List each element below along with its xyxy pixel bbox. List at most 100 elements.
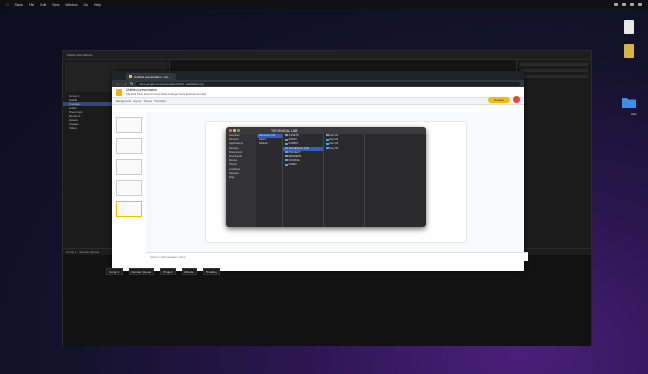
panel-tab[interactable]: Timeline — [202, 268, 220, 275]
menu-help[interactable]: Help — [94, 3, 101, 7]
browser-tab[interactable]: Untitled presentation - Go... — [126, 73, 176, 80]
column-item: Item 04 — [324, 147, 364, 151]
folder-icon — [285, 151, 288, 154]
forward-icon[interactable]: → — [123, 81, 127, 86]
effects-panel — [516, 60, 591, 272]
ae-title: Adobe After Effects — [67, 53, 93, 57]
desktop-icon-folder[interactable] — [622, 96, 636, 109]
menu-item[interactable]: File — [126, 92, 131, 96]
control-center-icon[interactable] — [638, 3, 642, 6]
browser-tab-label: Untitled presentation - Go... — [134, 74, 171, 79]
folder-icon — [285, 155, 288, 158]
finder-column-2: ASSETS AUDIO COMPS TECHNICAL LAB PROJECT… — [283, 134, 324, 227]
ae-toolbar: Adobe After Effects — [63, 51, 591, 60]
zoom-icon — [237, 129, 240, 132]
address-bar[interactable]: docs.google.com/presentation/d/1l5...edi… — [136, 81, 520, 86]
battery-icon[interactable] — [622, 3, 626, 6]
panel-tab-bar: Comp 1 Render Queue Project Effects Time… — [106, 268, 520, 275]
slides-icon — [129, 75, 132, 78]
toolbar-theme[interactable]: Theme — [143, 99, 152, 103]
column-item-label: Item 01 — [329, 134, 339, 137]
present-button[interactable]: Present — [488, 97, 510, 103]
menu-item[interactable]: View — [137, 92, 143, 96]
column-item-label: ASSETS — [288, 134, 299, 137]
toolbar-layout[interactable]: Layout — [133, 99, 141, 103]
column-item-label: COMPS — [288, 142, 299, 146]
back-icon[interactable]: ← — [116, 81, 120, 86]
folder-icon — [285, 134, 288, 137]
column-item: Shared — [259, 142, 268, 146]
column-item-label: Item 03 — [329, 142, 339, 146]
panel-row — [520, 75, 588, 78]
menu-item[interactable]: Format — [151, 92, 160, 96]
folder-icon — [285, 142, 288, 145]
menu-window[interactable]: Window — [65, 3, 77, 7]
column-item-label: RENDERS — [288, 154, 302, 158]
file-icon[interactable] — [624, 44, 634, 58]
status-icons — [614, 1, 642, 8]
apple-icon[interactable]:  — [6, 3, 9, 7]
folder-icon — [326, 134, 329, 137]
slide-thumbnail[interactable] — [116, 180, 142, 196]
slides-toolbar: Background Layout Theme Transition — [112, 98, 524, 105]
folder-icon — [622, 98, 636, 108]
menu-item[interactable]: Slide — [161, 92, 167, 96]
close-icon — [229, 129, 232, 132]
menu-item[interactable]: Tools — [179, 92, 186, 96]
toolbar-transition[interactable]: Transition — [154, 99, 166, 103]
panel-tab[interactable]: Comp 1 — [106, 268, 123, 275]
reload-icon[interactable]: ↻ — [130, 81, 133, 86]
chrome-window: Untitled presentation - Go... ← → ↻ docs… — [112, 71, 528, 271]
slide[interactable]: TECHNICAL LAB Favorites Recents Applicat… — [206, 122, 466, 242]
menu-item[interactable]: Edit — [131, 92, 136, 96]
document-icon[interactable] — [624, 20, 634, 34]
menu-item[interactable]: Help — [200, 92, 206, 96]
slide-thumbnail[interactable] — [116, 159, 142, 175]
menu-item[interactable]: Extensions — [186, 92, 200, 96]
folder-icon — [285, 159, 288, 162]
menu-item[interactable]: Insert — [144, 92, 151, 96]
menu-item[interactable]: Arrange — [168, 92, 178, 96]
search-icon[interactable] — [630, 3, 634, 6]
folder-icon — [326, 146, 329, 149]
tab-render-queue[interactable]: Render Queue — [80, 250, 100, 254]
column-item-label: VIDEO — [288, 163, 297, 167]
browser-tab-strip: Untitled presentation - Go... — [112, 71, 524, 80]
slide-thumbnail[interactable] — [116, 117, 142, 133]
slide-thumbnail-selected[interactable] — [116, 201, 142, 217]
column-item-label: PROJECT — [288, 150, 301, 154]
finder-title: TECHNICAL LAB — [271, 128, 298, 133]
column-item-label: Item 02 — [329, 138, 339, 142]
desktop-icon-document[interactable]: Doc — [622, 112, 646, 116]
finder-column-1: Macintosh HD Users Shared — [257, 134, 283, 227]
panel-tab[interactable]: Project — [160, 268, 176, 275]
finder-sidebar: Favorites Recents Applications Desktop D… — [226, 134, 256, 227]
finder-titlebar: TECHNICAL LAB — [226, 127, 426, 134]
finder-screenshot[interactable]: TECHNICAL LAB Favorites Recents Applicat… — [226, 127, 426, 227]
folder-icon — [326, 142, 329, 145]
panel-tab[interactable]: Render Queue — [128, 268, 155, 275]
menu-app[interactable]: Slack — [15, 3, 23, 7]
menu-view[interactable]: View — [52, 3, 59, 7]
panel-tab[interactable]: Effects — [181, 268, 197, 275]
slides-logo-icon — [116, 88, 122, 96]
menu-file[interactable]: File — [29, 3, 34, 7]
sidebar-item: Tags — [229, 175, 235, 179]
wifi-icon[interactable] — [614, 3, 618, 6]
menu-bar:  Slack File Edit View Window Go Help — [0, 0, 648, 9]
speaker-notes[interactable]: Click to add speaker notes — [146, 252, 528, 261]
desktop-icon-label: Doc — [631, 112, 637, 116]
slide-thumbnail[interactable] — [116, 138, 142, 154]
menu-edit[interactable]: Edit — [40, 3, 46, 7]
tab-comp[interactable]: Comp 1 — [66, 250, 77, 254]
toolbar-background[interactable]: Background — [116, 99, 131, 103]
folder-icon — [326, 138, 329, 141]
column-item-label: AUDIO — [288, 138, 297, 142]
column-item-label: Item 04 — [329, 146, 339, 150]
menu-go[interactable]: Go — [84, 3, 89, 7]
avatar[interactable] — [513, 96, 520, 103]
slide-canvas: TECHNICAL LAB Favorites Recents Applicat… — [146, 112, 524, 252]
minimize-icon — [233, 129, 236, 132]
folder-icon — [285, 163, 288, 166]
column-item-label: TECHNICAL LAB — [288, 146, 309, 150]
